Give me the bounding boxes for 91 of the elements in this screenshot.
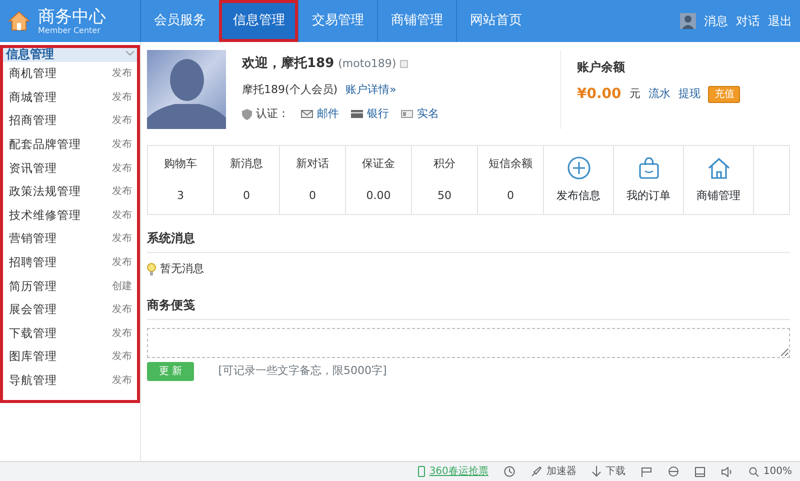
sidebar-action[interactable]: 发布 bbox=[112, 90, 132, 105]
welcome-text: 欢迎，摩托189 bbox=[242, 54, 334, 73]
sidebar-action[interactable]: 发布 bbox=[112, 184, 132, 200]
sidebar-item[interactable]: 营销管理 bbox=[9, 230, 57, 248]
stat-value: 0 bbox=[243, 188, 250, 204]
sidebar-item[interactable]: 简历管理 bbox=[9, 278, 57, 295]
stat-label: 新对话 bbox=[296, 156, 329, 172]
phone-icon[interactable] bbox=[418, 466, 426, 477]
stat-value: 50 bbox=[438, 188, 452, 204]
plus-circle-icon[interactable] bbox=[566, 156, 590, 180]
speaker-icon[interactable] bbox=[721, 466, 734, 476]
sidebar-item[interactable]: 商城管理 bbox=[9, 88, 57, 106]
sidebar-action[interactable]: 发布 bbox=[112, 326, 132, 341]
sidebar-item[interactable]: 展会管理 bbox=[9, 301, 57, 318]
sidebar-action[interactable]: 发布 bbox=[112, 208, 132, 223]
sidebar-item[interactable]: 招聘管理 bbox=[9, 254, 57, 272]
shopping-bag-icon[interactable] bbox=[638, 156, 660, 180]
avatar-icon bbox=[680, 13, 696, 29]
stat-label: 保证金 bbox=[362, 156, 395, 172]
verification-link[interactable]: 邮件 bbox=[317, 106, 339, 122]
sidebar-action[interactable]: 发布 bbox=[112, 255, 132, 270]
sidebar-item[interactable]: 招商管理 bbox=[9, 112, 57, 130]
sidebar-item[interactable]: 配套品牌管理 bbox=[9, 136, 81, 154]
verify-label: 认证： bbox=[256, 106, 289, 122]
house-icon bbox=[8, 11, 30, 31]
sidebar-action[interactable]: 发布 bbox=[112, 66, 132, 82]
stat-label: 购物车 bbox=[164, 156, 197, 172]
zoom-level[interactable]: 100% bbox=[763, 464, 792, 479]
stat-value: 0 bbox=[507, 188, 514, 204]
bank-card-icon bbox=[351, 110, 363, 118]
shortcut-link[interactable]: 商铺管理 bbox=[696, 188, 740, 204]
stat-label: 新消息 bbox=[230, 156, 263, 172]
header-link[interactable]: 退出 bbox=[768, 12, 792, 30]
sidebar-action[interactable]: 发布 bbox=[112, 160, 132, 176]
sidebar-item[interactable]: 政策法规管理 bbox=[9, 183, 81, 200]
stat-value: 3 bbox=[177, 188, 184, 204]
balance-amount: ¥0.00 bbox=[577, 85, 622, 104]
nav-tab[interactable]: 信息管理 bbox=[219, 0, 298, 42]
note-hint: [可记录一些文字备忘，限5000字] bbox=[218, 362, 387, 379]
sidebar-action[interactable]: 发布 bbox=[112, 137, 132, 152]
sidebar-item[interactable]: 商机管理 bbox=[9, 65, 57, 82]
sidebar-title: 信息管理 bbox=[6, 46, 54, 62]
envelope-icon bbox=[301, 110, 313, 118]
account-details-link[interactable]: 账户详情» bbox=[346, 82, 396, 98]
verification-link[interactable]: 实名 bbox=[417, 106, 439, 122]
sidebar-item[interactable]: 下载管理 bbox=[9, 324, 57, 342]
header-link[interactable]: 消息 bbox=[704, 12, 728, 30]
sidebar-item[interactable]: 导航管理 bbox=[9, 372, 57, 390]
shortcut-link[interactable]: 发布信息 bbox=[556, 188, 600, 204]
stat-label: 积分 bbox=[434, 156, 456, 172]
logo-title: 商务中心 bbox=[38, 8, 106, 26]
flag-icon[interactable] bbox=[641, 466, 652, 476]
balance-link[interactable]: 提现 bbox=[678, 86, 700, 103]
download-link[interactable]: 下载 bbox=[605, 464, 626, 479]
sidebar-action[interactable]: 发布 bbox=[112, 373, 132, 388]
clock-icon[interactable] bbox=[504, 466, 516, 477]
header-link[interactable]: 对话 bbox=[736, 12, 760, 30]
home-icon[interactable] bbox=[706, 156, 730, 180]
stat-value: 0 bbox=[309, 188, 316, 204]
verification-link[interactable]: 银行 bbox=[367, 106, 389, 122]
sidebar-action[interactable]: 发布 bbox=[112, 349, 132, 364]
nav-tab[interactable]: 交易管理 bbox=[298, 0, 377, 42]
section-title: 系统消息 bbox=[147, 223, 790, 253]
stat-label: 短信余额 bbox=[488, 156, 532, 172]
currency-unit: 元 bbox=[629, 86, 640, 102]
id-card-icon bbox=[401, 110, 413, 118]
balance-link[interactable]: 流水 bbox=[648, 86, 670, 103]
sidebar-action[interactable]: 发布 bbox=[112, 302, 132, 318]
logo-subtitle: Member Center bbox=[38, 26, 102, 34]
sidebar-action[interactable]: 发布 bbox=[112, 231, 132, 246]
zoom-icon[interactable] bbox=[749, 466, 760, 476]
window-icon[interactable] bbox=[695, 466, 706, 476]
sidebar-action[interactable]: 创建 bbox=[112, 278, 132, 294]
empty-message: 暂无消息 bbox=[160, 261, 204, 277]
download-arrow-icon[interactable] bbox=[592, 466, 602, 477]
shield-icon bbox=[242, 108, 252, 120]
nav-tab[interactable]: 网站首页 bbox=[456, 0, 535, 42]
sidebar-item[interactable]: 技术维修管理 bbox=[9, 206, 81, 224]
section-title: 商务便笺 bbox=[147, 290, 790, 320]
member-type: 摩托189(个人会员) bbox=[242, 82, 338, 98]
accelerator-link[interactable]: 加速器 bbox=[546, 464, 576, 479]
stat-value: 0.00 bbox=[366, 188, 391, 204]
sidebar-action[interactable]: 发布 bbox=[112, 113, 132, 128]
sidebar-item[interactable]: 资讯管理 bbox=[9, 160, 57, 177]
note-field[interactable] bbox=[147, 328, 790, 358]
shortcut-link[interactable]: 我的订单 bbox=[626, 188, 670, 204]
nav-tab[interactable]: 商铺管理 bbox=[377, 0, 456, 42]
sidebar-item[interactable]: 图库管理 bbox=[9, 348, 57, 366]
username: (moto189) bbox=[338, 56, 396, 72]
balance-title: 账户余额 bbox=[577, 59, 626, 76]
lightbulb-icon bbox=[147, 262, 156, 276]
